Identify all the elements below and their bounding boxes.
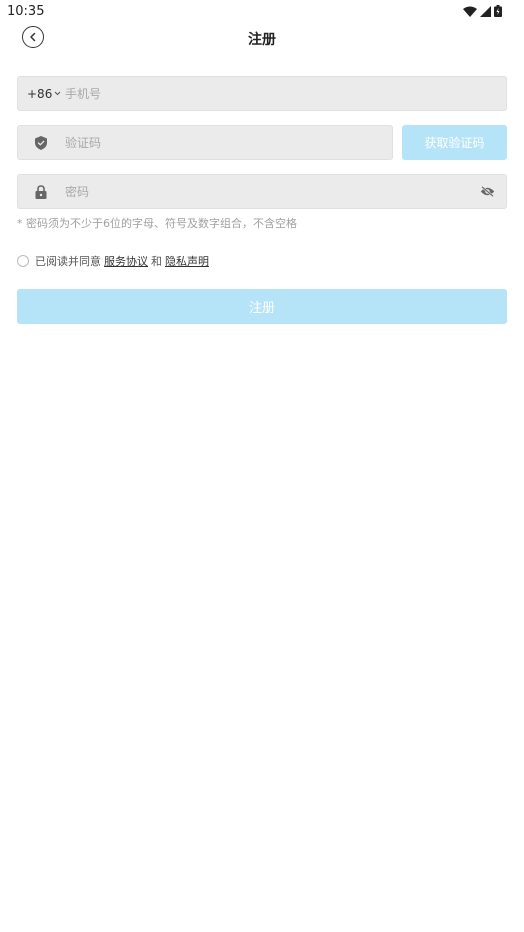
code-field[interactable]: 验证码 (17, 125, 393, 160)
get-code-button[interactable]: 获取验证码 (402, 125, 507, 160)
phone-field[interactable]: +86 手机号 (17, 76, 507, 111)
battery-icon (494, 5, 502, 17)
agreement-row: 已阅读并同意 服务协议 和 隐私声明 (17, 253, 209, 269)
phone-input[interactable]: 手机号 (65, 77, 101, 110)
register-button[interactable]: 注册 (17, 289, 507, 324)
lock-icon (35, 184, 47, 199)
password-hint: * 密码须为不少于6位的字母、符号及数字组合，不含空格 (17, 217, 297, 230)
country-code-select[interactable]: +86 (27, 77, 61, 110)
country-code-label: +86 (27, 86, 53, 101)
privacy-link[interactable]: 隐私声明 (165, 253, 209, 269)
wifi-icon (463, 6, 477, 17)
agreement-checkbox[interactable] (17, 255, 29, 267)
nav-bar: 注册 (0, 22, 524, 54)
password-field[interactable]: 密码 (17, 174, 507, 209)
agreement-joiner: 和 (151, 255, 162, 268)
toggle-password-visibility[interactable] (480, 175, 495, 208)
eye-off-icon (480, 186, 495, 197)
agreement-prefix: 已阅读并同意 (35, 255, 101, 268)
status-bar: 10:35 (0, 0, 524, 22)
shield-icon (35, 135, 47, 150)
code-input[interactable]: 验证码 (65, 126, 101, 159)
terms-link[interactable]: 服务协议 (104, 253, 148, 269)
page-title: 注册 (248, 32, 276, 48)
chevron-down-icon (54, 91, 61, 96)
password-input[interactable]: 密码 (65, 175, 89, 208)
status-time: 10:35 (7, 3, 45, 19)
signal-icon (480, 5, 491, 17)
